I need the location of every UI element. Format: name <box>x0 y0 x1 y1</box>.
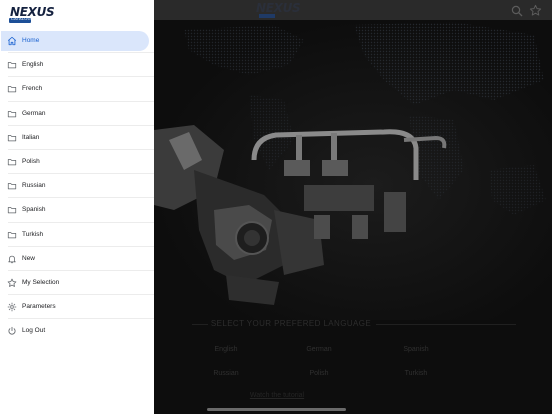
drawer-item-home[interactable]: Home <box>0 29 154 54</box>
language-section-title: SELECT YOUR PREFERED LANGUAGE <box>210 319 372 328</box>
header-logo-text: NEXUS <box>256 1 301 15</box>
drawer-item-new[interactable]: New <box>0 247 154 272</box>
language-option-german[interactable]: German <box>289 346 349 353</box>
header-logo: NEXUS <box>256 1 302 18</box>
hero-image <box>154 20 552 320</box>
drawer-item-label: English <box>22 61 44 69</box>
drawer-item-german[interactable]: German <box>0 102 154 126</box>
brand-tagline: CATALOGS <box>11 16 34 21</box>
drawer-item-label: French <box>22 85 43 93</box>
drawer-item-label: Log Out <box>22 327 46 335</box>
drawer-item-label: Polish <box>22 157 40 165</box>
folder-icon <box>7 183 17 190</box>
nexus-logo: NEXUS CATALOGS <box>9 5 55 23</box>
drawer-item-my-selection[interactable]: My Selection <box>0 271 154 296</box>
drawer-item-english[interactable]: English <box>0 53 154 78</box>
world-map-background <box>154 20 552 320</box>
language-option-english[interactable]: English <box>196 346 256 353</box>
drawer-item-russian[interactable]: Russian <box>0 174 154 199</box>
folder-icon <box>7 159 17 166</box>
home-indicator[interactable] <box>207 408 346 411</box>
language-option-turkish[interactable]: Turkish <box>386 370 446 377</box>
favorites-star-icon[interactable] <box>529 4 542 17</box>
drawer-item-label: New <box>22 254 36 262</box>
drawer-item-french[interactable]: French <box>0 77 154 102</box>
drawer-item-polish[interactable]: Polish <box>0 150 154 175</box>
folder-icon <box>7 134 17 142</box>
gear-icon <box>7 302 17 312</box>
folder-icon <box>7 62 17 69</box>
drawer-item-label: Spanish <box>22 206 46 214</box>
drawer-item-label: Italian <box>22 133 40 141</box>
power-icon <box>8 327 16 335</box>
drawer-item-label: My Selection <box>22 278 60 286</box>
folder-icon <box>7 86 17 93</box>
drawer-item-log-out[interactable]: Log Out <box>0 319 154 343</box>
language-selection: SELECT YOUR PREFERED LANGUAGE English Ge… <box>154 312 552 414</box>
folder-icon <box>7 231 17 238</box>
drawer-item-spanish[interactable]: Spanish <box>0 198 154 223</box>
drawer-item-label: Home <box>22 37 40 44</box>
drawer-item-parameters[interactable]: Parameters <box>0 295 154 320</box>
home-icon <box>7 36 17 46</box>
bell-icon <box>8 255 16 263</box>
language-option-russian[interactable]: Russian <box>196 370 256 377</box>
drawer-item-label: Parameters <box>22 303 56 311</box>
drawer-item-turkish[interactable]: Turkish <box>0 223 154 247</box>
language-option-spanish[interactable]: Spanish <box>386 346 446 353</box>
folder-icon <box>7 207 17 214</box>
watch-tutorial-link[interactable]: Watch the tutorial <box>242 392 312 399</box>
drawer-item-label: German <box>22 109 46 117</box>
star-icon <box>7 278 17 287</box>
drawer-item-label: Turkish <box>22 230 44 238</box>
drawer-menu: Home English French German Italian Polis… <box>0 29 154 343</box>
drawer-item-italian[interactable]: Italian <box>0 126 154 151</box>
language-option-polish[interactable]: Polish <box>289 370 349 377</box>
folder-icon <box>7 110 17 117</box>
navigation-drawer: NEXUS CATALOGS Home English French Germa… <box>0 0 154 414</box>
drawer-item-label: Russian <box>22 182 46 190</box>
search-icon[interactable] <box>511 5 523 17</box>
